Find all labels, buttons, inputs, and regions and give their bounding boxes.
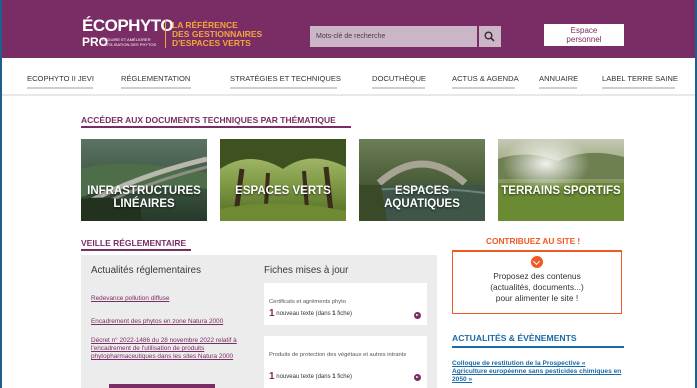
- arrow-right-icon[interactable]: [414, 312, 421, 319]
- tagline-line-3: D'ESPACES VERTS: [172, 38, 251, 48]
- fiche-card-title: Produits de protection des végétaux et a…: [269, 352, 407, 358]
- fiche-card[interactable]: Certificats et agréments phyto 1 nouveau…: [264, 283, 427, 325]
- nav-item-reglementation[interactable]: RÉGLEMENTATION: [121, 74, 190, 83]
- tile-terrains-sportifs[interactable]: TERRAINS SPORTIFS: [498, 139, 624, 221]
- reg-link-natura[interactable]: Encadrement des phytos en zone Natura 20…: [91, 318, 251, 326]
- actualites-reglementaires-title: Actualités réglementaires: [91, 265, 201, 276]
- thematique-underline: [81, 126, 351, 128]
- tile-label-line-1: INFRASTRUCTURES: [87, 185, 201, 197]
- nav-item-label[interactable]: LABEL TERRE SAINE: [602, 74, 678, 83]
- fiche-card-title: Certificats et agréments phyto: [269, 299, 347, 305]
- espace-button-line-1: Espace: [570, 26, 598, 35]
- tile-espaces-aquatiques[interactable]: ESPACES AQUATIQUES: [359, 139, 485, 221]
- tile-label: ESPACES AQUATIQUES: [384, 185, 460, 210]
- contribuez-title: CONTRIBUEZ AU SITE !: [486, 236, 581, 246]
- site-tagline: LA RÉFÉRENCE DES GESTIONNAIRES D'ESPACES…: [172, 21, 262, 48]
- tile-infrastructures[interactable]: INFRASTRUCTURES LINÉAIRES: [81, 139, 207, 221]
- espace-personnel-button[interactable]: Espace personnel: [544, 24, 624, 46]
- site-header: ÉCOPHYTO PRO RÉDUIRE ET AMÉLIORER L'UTIL…: [2, 0, 695, 58]
- fiche-card-count: 1 nouveau texte (dans 1 fiche): [269, 308, 352, 319]
- reg-more-button[interactable]: [109, 384, 215, 388]
- fiche-text: fiche): [335, 311, 352, 317]
- tile-label: INFRASTRUCTURES LINÉAIRES: [81, 185, 207, 211]
- contribuez-line-1: Proposez des contenus: [493, 271, 581, 281]
- tile-label: ESPACES VERTS: [235, 185, 331, 197]
- search-input[interactable]: Mots-clé de recherche: [310, 26, 477, 47]
- nav-underline: [602, 87, 675, 89]
- nav-underline: [121, 87, 191, 89]
- nav-item-ecophyto[interactable]: ECOPHYTO II JEVI: [27, 74, 94, 83]
- contribuez-line-3: pour alimenter le site !: [495, 293, 579, 303]
- thematique-title: ACCÉDER AUX DOCUMENTS TECHNIQUES PAR THÉ…: [81, 115, 336, 125]
- logo-subtitle: RÉDUIRE ET AMÉLIORER L'UTILISATION DES P…: [102, 37, 157, 47]
- contribuez-line-2: (actualités, documents...): [490, 282, 584, 292]
- tile-label: TERRAINS SPORTIFS: [501, 185, 621, 197]
- search-button[interactable]: [479, 26, 501, 47]
- actualites-title: ACTUALITÉS & ÉVÈNEMENTS: [452, 333, 577, 343]
- tile-espaces-verts[interactable]: ESPACES VERTS: [220, 139, 346, 221]
- reg-link-redevance[interactable]: Redevance pollution diffuse: [91, 295, 251, 303]
- contribuez-box[interactable]: Proposez des contenus (actualités, docum…: [452, 250, 622, 314]
- espace-button-line-2: personnel: [566, 35, 602, 44]
- nav-shadow: [2, 94, 695, 96]
- count-text: nouveau texte (dans: [274, 374, 333, 380]
- search-icon: [484, 31, 495, 42]
- veille-underline: [81, 249, 191, 251]
- contribuez-text: Proposez des contenus (actualités, docum…: [453, 271, 621, 304]
- page-frame: ÉCOPHYTO PRO RÉDUIRE ET AMÉLIORER L'UTIL…: [0, 0, 697, 388]
- arrow-right-icon[interactable]: [414, 374, 421, 381]
- count-text: nouveau texte (dans: [274, 311, 333, 317]
- nav-underline: [230, 87, 337, 89]
- tile-label-line-2: LINÉAIRES: [113, 198, 175, 210]
- nav-item-annuaire[interactable]: ANNUAIRE: [539, 74, 578, 83]
- logo-divider: [165, 20, 166, 48]
- nav-underline: [372, 87, 425, 89]
- nav-item-docutheque[interactable]: DOCUTHÈQUE: [372, 74, 426, 83]
- nav-item-actus[interactable]: ACTUS & AGENDA: [452, 74, 519, 83]
- logo-ecophyto[interactable]: ÉCOPHYTO: [82, 17, 174, 34]
- chevron-down-icon: [531, 256, 543, 268]
- espaces-verts-image: [220, 139, 346, 221]
- reg-link-decret[interactable]: Décret n° 2022-1486 du 28 novembre 2022 …: [91, 337, 253, 361]
- terrains-sportifs-image: [498, 139, 624, 221]
- fiche-text: fiche): [335, 374, 352, 380]
- actualites-underline: [452, 346, 624, 348]
- main-nav: ECOPHYTO II JEVI RÉGLEMENTATION STRATÉGI…: [2, 58, 695, 94]
- nav-underline: [27, 87, 93, 89]
- actualite-link[interactable]: Colloque de restitution de la Prospectiv…: [452, 360, 622, 384]
- veille-title: VEILLE RÉGLEMENTAIRE: [81, 238, 187, 248]
- nav-underline: [539, 87, 577, 89]
- nav-item-strategies[interactable]: STRATÉGIES ET TECHNIQUES: [230, 74, 341, 83]
- fiche-card-count: 1 nouveau texte (dans 1 fiche): [269, 371, 352, 382]
- fiches-title: Fiches mises à jour: [264, 265, 349, 276]
- nav-underline: [452, 87, 515, 89]
- fiche-card[interactable]: Produits de protection des végétaux et a…: [264, 336, 427, 388]
